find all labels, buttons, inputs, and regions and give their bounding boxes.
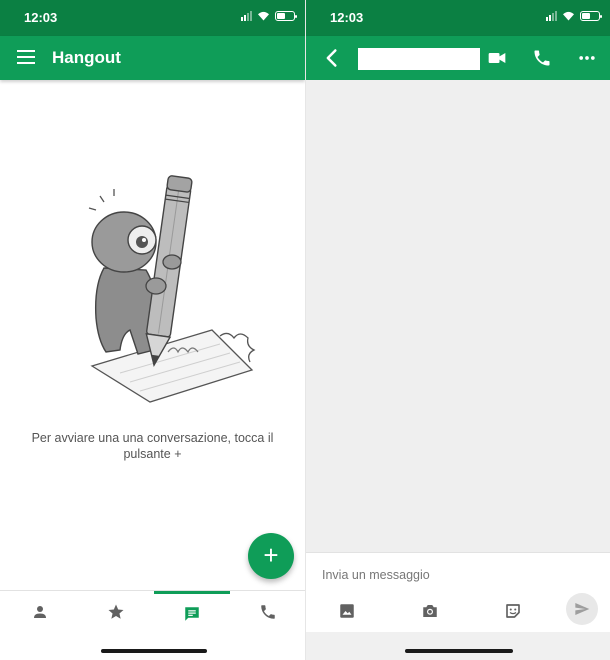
send-icon	[575, 603, 590, 615]
signal-icon	[241, 11, 252, 21]
message-input[interactable]	[322, 565, 592, 585]
wifi-icon	[563, 11, 574, 21]
app-title: Hangout	[52, 48, 121, 67]
home-indicator	[101, 649, 207, 653]
nav-tab-contacts[interactable]	[2, 591, 78, 633]
back-arrow-icon[interactable]	[322, 48, 342, 68]
wifi-icon	[258, 11, 269, 21]
empty-state-message: Per avviare una una conversazione, tocca…	[31, 431, 274, 461]
message-composer	[306, 552, 610, 632]
nav-tab-conversations[interactable]	[154, 591, 230, 633]
video-call-icon[interactable]	[487, 48, 507, 68]
camera-button[interactable]	[420, 601, 440, 621]
sticker-icon	[506, 604, 520, 618]
more-icon[interactable]	[577, 48, 597, 68]
status-bar: 12:03	[0, 0, 305, 36]
nav-tab-favorites[interactable]	[78, 591, 154, 633]
phone-icon	[261, 605, 275, 619]
hangout-chat-screen: 12:03	[305, 0, 610, 660]
pencil-monster-illustration	[88, 175, 256, 403]
signal-icon	[546, 11, 557, 21]
hangout-conversations-screen: 12:03 Hangout Per avviare una una conver…	[0, 0, 305, 660]
camera-icon	[423, 605, 437, 617]
star-icon	[108, 604, 124, 619]
image-button[interactable]	[337, 601, 357, 621]
status-icons	[546, 11, 602, 21]
battery-icon	[275, 11, 297, 21]
battery-icon	[580, 11, 602, 21]
bottom-navigation	[0, 590, 305, 632]
sticker-button[interactable]	[503, 601, 523, 621]
app-bar	[306, 36, 610, 80]
image-icon	[340, 604, 354, 618]
person-icon	[34, 606, 46, 618]
send-button[interactable]	[566, 593, 598, 625]
phone-call-icon[interactable]	[532, 48, 552, 68]
status-time: 12:03	[330, 10, 364, 25]
status-time: 12:03	[24, 10, 58, 25]
app-bar: Hangout	[0, 36, 305, 80]
status-bar: 12:03	[306, 0, 610, 36]
chat-message-area	[306, 80, 610, 552]
contact-name	[358, 48, 480, 70]
nav-tab-calls[interactable]	[230, 591, 305, 633]
plus-icon: +	[263, 540, 279, 570]
status-icons	[241, 11, 297, 21]
menu-icon[interactable]	[17, 50, 35, 64]
chat-icon	[185, 606, 199, 621]
home-indicator	[405, 649, 513, 653]
new-conversation-button[interactable]: +	[248, 533, 294, 579]
